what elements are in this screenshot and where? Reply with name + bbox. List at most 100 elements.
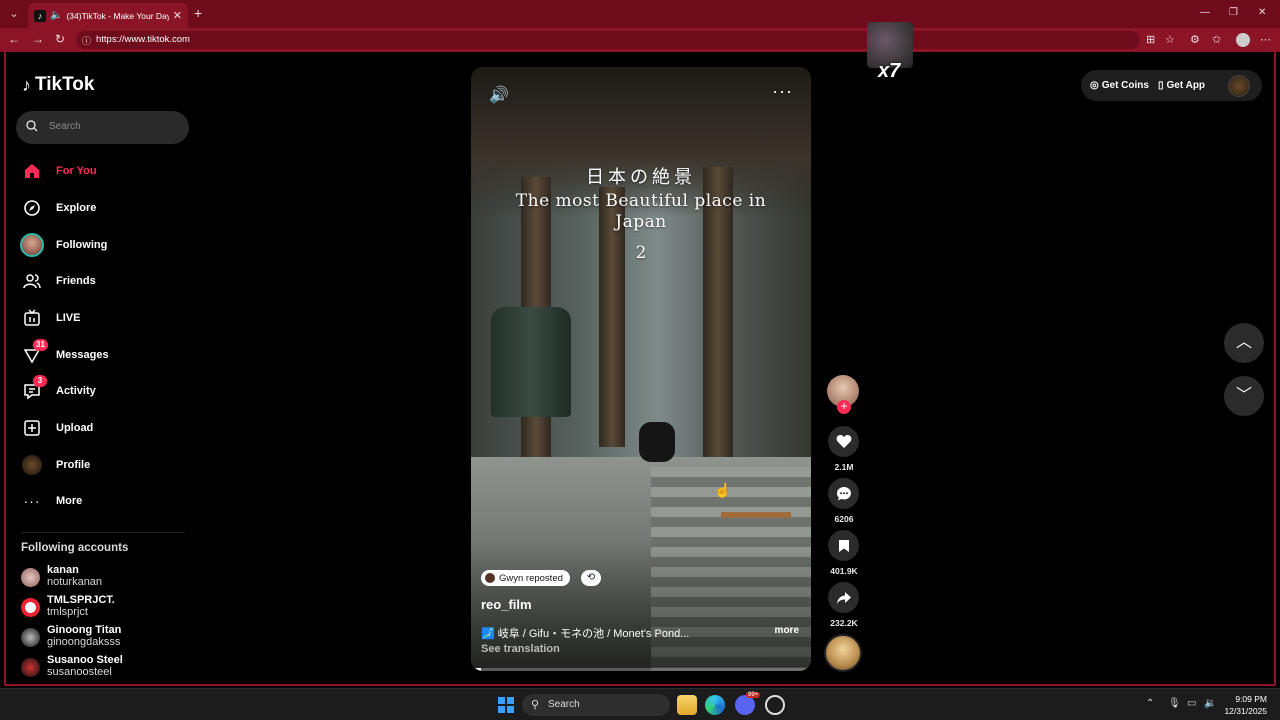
back-arrow-icon[interactable]: ← [8,32,20,46]
volume-icon[interactable]: 🔊 [489,85,509,105]
tab-title: (34)TikTok - Make Your Day [66,10,169,21]
new-tab-plus-icon[interactable]: + [194,5,202,21]
caption-more-button[interactable]: more [775,625,799,636]
nav-label: Messages [56,349,109,361]
following-account-item[interactable]: kanan noturkanan [21,564,191,592]
browser-tab[interactable]: ♪ 🔈 (34)TikTok - Make Your Day ✕ [28,3,188,28]
following-avatar-icon [16,233,48,257]
site-info-icon[interactable]: ⓘ [82,34,91,47]
app-available-icon[interactable]: ⊞ [1146,33,1155,46]
share-button[interactable] [828,582,859,613]
nav-for-you[interactable]: For You [16,156,196,186]
taskbar-clock[interactable]: 9:09 PM 12/31/2025 [1224,693,1267,717]
favorite-star-icon[interactable]: ☆ [1165,33,1175,46]
video-scene-bell [491,307,571,417]
previous-video-button[interactable]: ︿ [1224,323,1264,363]
repost-text: Gwyn reposted [499,572,563,584]
app-icon[interactable] [765,695,785,715]
account-name: TMLSPRJCT. [47,594,115,606]
nav-live[interactable]: LIVE [16,303,196,333]
video-player[interactable]: 🔊 ··· 日本の絶景 The most Beautiful place in … [471,67,811,671]
file-explorer-icon[interactable] [677,695,697,715]
tiktok-logo[interactable]: ♪ TikTok [22,74,94,96]
account-handle: ginoongdaksss [47,636,121,648]
repost-icon[interactable]: ⟲ [581,570,601,586]
browser-profile-avatar[interactable] [1236,33,1250,47]
nav-label: LIVE [56,312,81,324]
favorites-icon[interactable]: ✩ [1212,33,1221,46]
close-window-icon[interactable]: ✕ [1258,7,1266,18]
following-account-item[interactable]: TMLSPRJCT. tmlsprjct [21,594,191,622]
search-input[interactable]: Search [16,111,189,144]
nav-upload[interactable]: Upload [16,413,196,443]
nav-following[interactable]: Following [16,230,196,260]
nav-explore[interactable]: Explore [16,193,196,223]
browser-menu-icon[interactable]: ⋯ [1260,33,1271,46]
nav-label: Upload [56,422,94,434]
see-translation-link[interactable]: See translation [481,643,560,655]
account-name: kanan [47,564,79,576]
discord-icon[interactable] [735,695,755,715]
sound-disc-avatar[interactable] [824,634,862,672]
tab-actions-chevron-icon[interactable]: ⌄ [6,6,22,22]
video-author[interactable]: reo_film [481,597,532,612]
repost-chip[interactable]: Gwyn reposted [481,570,570,586]
microphone-icon[interactable]: 🎙 [1168,698,1181,709]
nav-profile[interactable]: Profile [16,450,196,480]
floating-multiplier: x7 [878,60,901,82]
nav-messages[interactable]: 31 Messages [16,339,196,370]
windows-start-icon[interactable] [498,697,514,713]
restore-icon[interactable]: ❐ [1229,7,1238,18]
messages-icon: 31 [16,339,48,367]
edge-browser-icon[interactable] [705,695,725,715]
next-video-button[interactable]: ﹀ [1224,376,1264,416]
nav-more[interactable]: ··· More [16,486,196,516]
nav-label: More [56,495,83,507]
search-placeholder: Search [49,121,81,132]
tiktok-favicon-icon: ♪ [34,9,46,22]
account-name: Susanoo Steel [47,654,123,666]
video-overlay-number: 2 [635,243,647,263]
url-field[interactable]: ⓘ https://www.tiktok.com [76,31,1140,49]
following-accounts-header: Following accounts [21,542,129,554]
nav-friends[interactable]: Friends [16,266,196,296]
comment-button[interactable] [828,478,859,509]
video-caption: 🗾 岐阜 / Gifu・モネの池 / Monet's Pond... [481,628,690,640]
tray-chevron-up-icon[interactable]: ⌃ [1146,698,1154,709]
video-progress-fill [471,668,482,671]
get-app-button[interactable]: ▯ Get App [1158,80,1205,91]
chevron-up-icon: ︿ [1235,334,1252,351]
nav-label: Explore [56,202,97,214]
video-more-options-icon[interactable]: ··· [772,81,793,102]
home-icon [16,159,48,183]
get-coins-button[interactable]: ◎ Get Coins [1090,80,1149,91]
save-button[interactable] [828,530,859,561]
refresh-icon[interactable]: ↻ [55,32,65,46]
nav-label: Following [56,239,108,251]
following-account-item[interactable]: Ginoong Titan ginoongdaksss [21,624,191,652]
compass-icon [16,196,48,220]
chat-badge: 99+ [746,692,761,698]
extensions-icon[interactable]: ⚙ [1190,33,1200,46]
volume-icon[interactable]: 🔉 [1204,698,1216,709]
minimize-icon[interactable]: — [1200,7,1210,18]
user-avatar[interactable] [1228,75,1250,97]
video-overlay-english: The most Beautiful place in Japan [515,191,767,232]
tab-audio-icon[interactable]: 🔈 [50,10,62,21]
network-icon[interactable]: ▭ [1187,698,1196,709]
activity-icon: 3 [16,375,48,403]
video-progress-bar[interactable] [471,668,811,671]
taskbar-search[interactable]: ⚲ Search [522,694,670,716]
follow-plus-icon[interactable]: + [837,400,851,414]
search-icon: ⚲ [531,699,540,711]
video-scene-person [639,422,675,462]
account-handle: susanoosteel [47,666,112,678]
avatar [21,658,40,677]
forward-arrow-icon[interactable]: → [32,32,44,46]
nav-activity[interactable]: 3 Activity [16,375,196,406]
following-account-item[interactable]: Susanoo Steel susanoosteel [21,654,191,682]
like-button[interactable] [828,426,859,457]
more-dots-icon: ··· [23,493,41,509]
get-coins-label: Get Coins [1101,80,1149,91]
tab-close-icon[interactable]: ✕ [173,9,182,22]
